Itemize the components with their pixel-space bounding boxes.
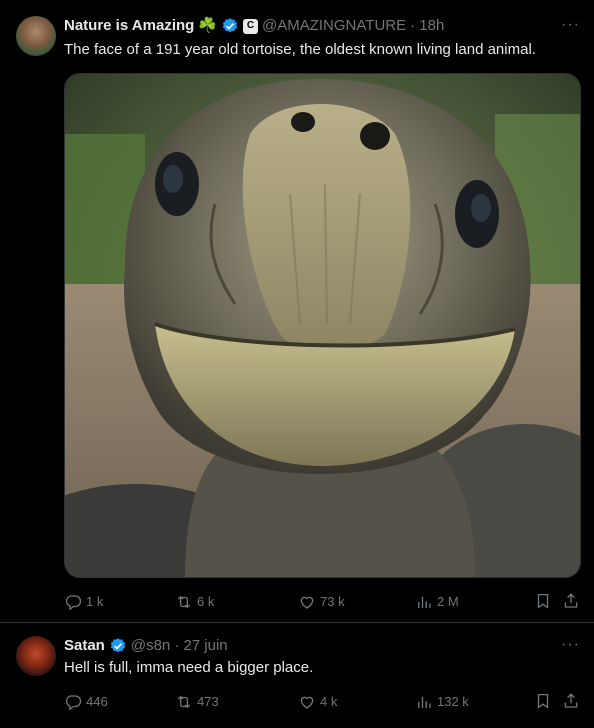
author-name[interactable]: Satan xyxy=(64,636,105,656)
affiliate-badge[interactable]: C xyxy=(243,18,258,34)
tweet-2-header: Satan @s8n · 27 juin xyxy=(64,636,228,656)
verified-badge-icon xyxy=(221,17,239,35)
share-button[interactable] xyxy=(562,592,580,610)
like-count: 4 k xyxy=(320,694,338,709)
tortoise-image xyxy=(65,74,580,577)
author-name[interactable]: Nature is Amazing xyxy=(64,16,194,36)
reply-icon xyxy=(65,695,82,711)
like-count: 73 k xyxy=(320,594,345,609)
like-button[interactable]: 4 k xyxy=(298,692,337,712)
reply-count: 446 xyxy=(86,694,108,709)
bookmark-button[interactable] xyxy=(534,592,552,610)
more-options-button[interactable]: ··· xyxy=(561,16,580,34)
tweet-time[interactable]: · 27 juin xyxy=(174,636,227,656)
share-icon xyxy=(564,593,578,608)
views-button[interactable]: 132 k xyxy=(415,692,469,712)
views-count: 132 k xyxy=(437,694,469,709)
retweet-count: 6 k xyxy=(197,594,215,609)
tweet-text: The face of a 191 year old tortoise, the… xyxy=(64,41,536,58)
tweet-text: Hell is full, imma need a bigger place. xyxy=(64,659,314,676)
like-button[interactable]: 73 k xyxy=(298,592,345,612)
tweet-1-actions: 1 k 6 k 73 k 2 M xyxy=(64,592,582,612)
tweet-2-actions: 446 473 4 k 132 k xyxy=(64,692,582,712)
retweet-count: 473 xyxy=(197,694,219,709)
retweet-button[interactable]: 6 k xyxy=(175,592,214,612)
share-button[interactable] xyxy=(562,692,580,710)
bookmark-icon xyxy=(537,693,549,709)
reply-button[interactable]: 1 k xyxy=(64,592,103,612)
bookmark-icon xyxy=(537,593,549,609)
views-icon xyxy=(418,696,431,708)
like-icon xyxy=(300,596,314,609)
views-icon xyxy=(418,596,431,608)
clover-emoji: ☘️ xyxy=(198,17,217,34)
reply-button[interactable]: 446 xyxy=(64,692,108,712)
verified-badge-icon xyxy=(109,637,127,655)
retweet-icon xyxy=(177,695,191,709)
avatar-nature-is-amazing[interactable] xyxy=(16,16,56,56)
retweet-button[interactable]: 473 xyxy=(175,692,219,712)
views-count: 2 M xyxy=(437,594,459,609)
avatar-satan[interactable] xyxy=(16,636,56,676)
reply-icon xyxy=(65,595,82,611)
author-handle[interactable]: @AMAZINGNATURE xyxy=(262,16,406,36)
retweet-icon xyxy=(177,595,191,609)
more-options-button[interactable]: ··· xyxy=(561,636,580,654)
reply-count: 1 k xyxy=(86,594,104,609)
tortoise-photo[interactable] xyxy=(64,73,581,578)
tweet-1-header: Nature is Amazing ☘️ C @AMAZINGNATURE · … xyxy=(64,16,444,36)
author-handle[interactable]: @s8n xyxy=(131,636,170,656)
tweet-time[interactable]: · 18h xyxy=(410,16,444,36)
views-button[interactable]: 2 M xyxy=(415,592,459,612)
bookmark-button[interactable] xyxy=(534,692,552,710)
like-icon xyxy=(300,696,314,709)
share-icon xyxy=(564,693,578,708)
